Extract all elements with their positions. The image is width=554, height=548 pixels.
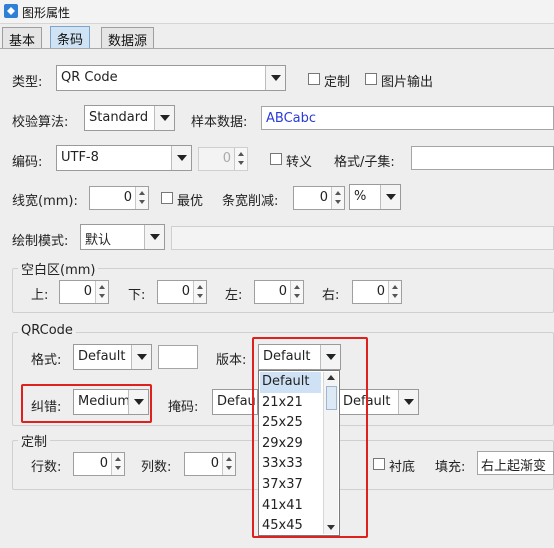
custom-label: 定制 xyxy=(324,75,351,90)
bar-reduce-value: 0 xyxy=(319,190,328,205)
type-combo[interactable]: QR Code xyxy=(56,65,286,91)
escape-label: 转义 xyxy=(286,155,313,170)
fill-value: 右上起渐变 xyxy=(481,459,547,474)
line-width-value: 0 xyxy=(123,190,132,205)
background-checkbox[interactable] xyxy=(373,458,385,470)
qrcode-title: QRCode xyxy=(18,323,76,338)
unit-value: % xyxy=(354,189,367,204)
checksum-label: 校验算法: xyxy=(12,115,69,130)
sample-data-label: 样本数据: xyxy=(191,115,248,130)
encoding-spin-value: 0 xyxy=(222,151,231,166)
cols-spinner[interactable]: 0 xyxy=(184,452,236,476)
window-title: 图形属性 xyxy=(22,6,71,20)
checksum-combo[interactable]: Standard xyxy=(84,105,175,131)
draw-mode-combo[interactable]: 默认 xyxy=(80,224,165,250)
fill-label: 填充: xyxy=(435,460,466,475)
ecc-highlight-box xyxy=(21,384,152,423)
quiet-top-spinner[interactable]: 0 xyxy=(59,280,109,304)
custom-checkbox[interactable] xyxy=(308,73,320,85)
quiet-left-value: 0 xyxy=(278,284,287,299)
chevron-down-icon[interactable] xyxy=(131,345,151,369)
optimal-checkbox[interactable] xyxy=(161,192,173,204)
rows-label: 行数: xyxy=(31,460,62,475)
tab-barcode[interactable]: 条码 xyxy=(50,26,91,49)
qr-version-label: 版本: xyxy=(216,353,247,368)
qr-mask-label: 掩码: xyxy=(168,400,199,415)
chevron-down-icon[interactable] xyxy=(154,106,174,130)
quiet-top-value: 0 xyxy=(83,284,92,299)
bar-reduce-spinner[interactable]: 0 xyxy=(293,186,345,210)
qr-format-extra-input[interactable] xyxy=(158,345,198,369)
version-highlight-box xyxy=(252,337,368,538)
unit-combo[interactable]: % xyxy=(349,184,401,210)
type-label: 类型: xyxy=(12,75,43,90)
qr-format-value: Default xyxy=(78,349,126,364)
format-subset-input[interactable] xyxy=(411,146,554,170)
tab-datasource[interactable]: 数据源 xyxy=(101,27,155,49)
image-output-label: 图片输出 xyxy=(381,75,434,90)
quiet-bottom-value: 0 xyxy=(181,284,190,299)
type-value: QR Code xyxy=(61,70,118,85)
chevron-down-icon[interactable] xyxy=(398,390,418,414)
rows-spinner[interactable]: 0 xyxy=(73,452,125,476)
checksum-value: Standard xyxy=(89,110,149,125)
quiet-bottom-label: 下: xyxy=(128,288,146,303)
escape-checkbox[interactable] xyxy=(270,153,282,165)
draw-mode-value: 默认 xyxy=(85,233,112,248)
image-output-checkbox[interactable] xyxy=(365,73,377,85)
encoding-combo[interactable]: UTF-8 xyxy=(56,145,192,171)
bar-reduce-label: 条宽削减: xyxy=(222,194,279,209)
quiet-left-spinner[interactable]: 0 xyxy=(254,280,304,304)
quiet-right-spinner[interactable]: 0 xyxy=(352,280,402,304)
qr-format-combo[interactable]: Default xyxy=(73,344,152,370)
quiet-right-value: 0 xyxy=(376,284,385,299)
quiet-bottom-spinner[interactable]: 0 xyxy=(157,280,207,304)
fill-combo[interactable]: 右上起渐变 xyxy=(477,451,554,475)
encoding-spinner[interactable]: 0 xyxy=(198,147,248,171)
sample-data-input[interactable]: ABCabc xyxy=(261,106,554,130)
chevron-down-icon[interactable] xyxy=(144,225,164,249)
chevron-down-icon[interactable] xyxy=(265,66,285,90)
app-logo-icon xyxy=(4,4,18,18)
format-subset-label: 格式/子集: xyxy=(334,155,395,170)
chevron-down-icon[interactable] xyxy=(171,146,191,170)
line-width-spinner[interactable]: 0 xyxy=(89,186,149,210)
quiet-right-label: 右: xyxy=(322,288,340,303)
encoding-value: UTF-8 xyxy=(61,150,99,165)
rows-value: 0 xyxy=(99,456,108,471)
draw-mode-label: 绘制模式: xyxy=(12,234,69,249)
chevron-down-icon[interactable] xyxy=(380,185,400,209)
custom-group-title: 定制 xyxy=(18,431,51,450)
sample-data-value: ABCabc xyxy=(266,111,317,126)
encoding-label: 编码: xyxy=(12,155,43,170)
optimal-label: 最优 xyxy=(177,194,204,209)
quiet-zone-title: 空白区(mm) xyxy=(18,259,99,278)
tab-basic[interactable]: 基本 xyxy=(2,27,43,49)
quiet-top-label: 上: xyxy=(31,288,49,303)
cols-value: 0 xyxy=(210,456,219,471)
cols-label: 列数: xyxy=(141,460,172,475)
draw-mode-field xyxy=(171,226,554,250)
qr-format-label: 格式: xyxy=(31,353,62,368)
line-width-label: 线宽(mm): xyxy=(12,194,78,209)
quiet-left-label: 左: xyxy=(225,288,243,303)
title-bar: 图形属性 xyxy=(0,0,554,24)
background-label: 衬底 xyxy=(389,460,416,475)
